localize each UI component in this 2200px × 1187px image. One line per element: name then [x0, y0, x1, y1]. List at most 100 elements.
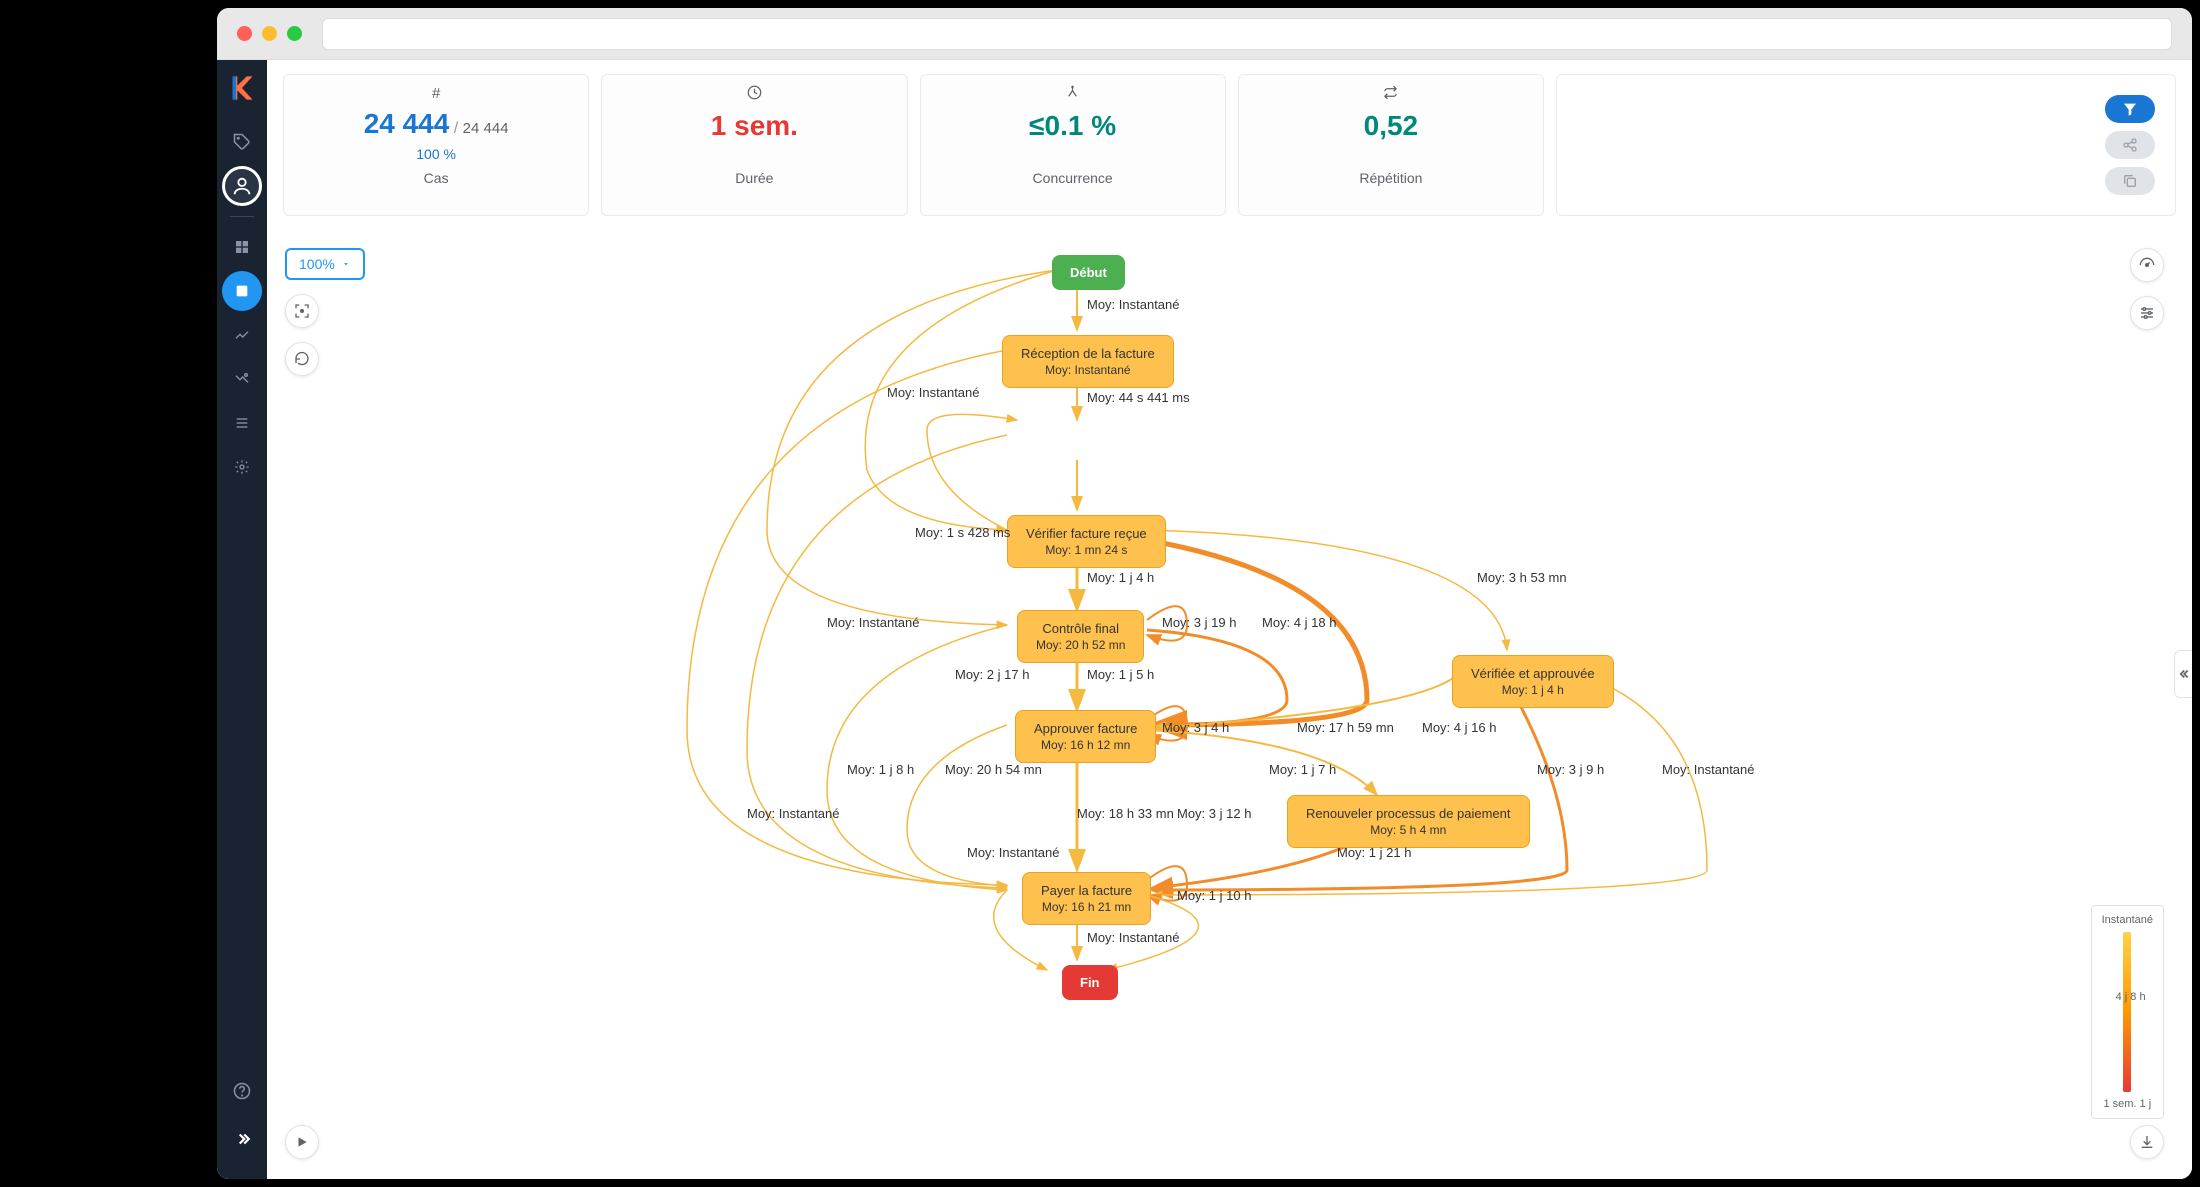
node-verifier-title: Vérifier facture reçue [1026, 526, 1147, 541]
metric-card-cas[interactable]: # 24 444 / 24 444 100 % Cas [283, 74, 589, 216]
filter-funnel-button[interactable] [2105, 95, 2155, 123]
filter-copy-button[interactable] [2105, 167, 2155, 195]
canvas-controls-right [2130, 248, 2164, 330]
edges-layer [267, 230, 2192, 1179]
clock-icon [618, 85, 890, 104]
metric-repetition-value: 0,52 [1255, 110, 1527, 142]
edge-label: Moy: Instantané [827, 615, 920, 630]
sidebar-item-tag[interactable] [222, 122, 262, 162]
node-verifier-sub: Moy: 1 mn 24 s [1026, 543, 1147, 557]
edge-label: Moy: 3 j 9 h [1537, 762, 1604, 777]
metric-card-repetition[interactable]: 0,52 Répétition [1238, 74, 1544, 216]
metric-duree-label: Durée [618, 170, 890, 186]
edge-label: Moy: 3 j 4 h [1162, 720, 1229, 735]
speed-button[interactable] [2130, 248, 2164, 282]
sidebar-item-help[interactable] [222, 1071, 262, 1111]
traffic-lights [237, 26, 302, 41]
edge-label: Moy: 1 s 428 ms [915, 525, 1010, 540]
metric-card-duree[interactable]: 1 sem. Durée [601, 74, 907, 216]
edge-label: Moy: 3 h 53 mn [1477, 570, 1567, 585]
edge-label: Moy: Instantané [1662, 762, 1755, 777]
left-black-strip [0, 0, 217, 1187]
edge-label: Moy: 3 j 12 h [1177, 806, 1251, 821]
sliders-button[interactable] [2130, 296, 2164, 330]
node-payer[interactable]: Payer la facture Moy: 16 h 21 mn [1022, 872, 1151, 925]
sidebar [217, 60, 267, 1179]
url-bar[interactable] [322, 18, 2172, 50]
sidebar-item-process[interactable] [222, 271, 262, 311]
node-payer-title: Payer la facture [1041, 883, 1132, 898]
user-avatar[interactable] [222, 166, 262, 206]
edge-label: Moy: 1 j 4 h [1087, 570, 1154, 585]
node-start[interactable]: Début [1052, 255, 1125, 290]
metric-duree-value: 1 sem. [618, 110, 890, 142]
edge-label: Moy: Instantané [1087, 930, 1180, 945]
filter-toolbar [1556, 74, 2176, 216]
metric-repetition-label: Répétition [1255, 170, 1527, 186]
sidebar-item-list[interactable] [222, 403, 262, 443]
edge-label: Moy: 1 j 8 h [847, 762, 914, 777]
refresh-button[interactable] [285, 342, 319, 376]
zoom-selector[interactable]: 100% [285, 248, 365, 280]
node-controle-title: Contrôle final [1036, 621, 1125, 636]
maximize-window-button[interactable] [287, 26, 302, 41]
sidebar-item-dashboard[interactable] [222, 227, 262, 267]
fullscreen-button[interactable] [285, 294, 319, 328]
node-reception-title: Réception de la facture [1021, 346, 1155, 361]
node-renouveler-sub: Moy: 5 h 4 mn [1306, 823, 1511, 837]
metric-divider: / [454, 120, 463, 137]
browser-window: # 24 444 / 24 444 100 % Cas 1 [217, 8, 2192, 1179]
edge-label: Moy: 1 j 21 h [1337, 845, 1411, 860]
sidebar-item-analytics[interactable] [222, 315, 262, 355]
node-reception[interactable]: Réception de la facture Moy: Instantané [1002, 335, 1174, 388]
metric-concurrence-label: Concurrence [937, 170, 1209, 186]
edge-label: Moy: 44 s 441 ms [1087, 390, 1190, 405]
metric-cas-label: Cas [300, 170, 572, 186]
hash-icon: # [300, 85, 572, 102]
metric-card-concurrence[interactable]: ≤0.1 % Concurrence [920, 74, 1226, 216]
node-controle[interactable]: Contrôle final Moy: 20 h 52 mn [1017, 610, 1144, 663]
node-payer-sub: Moy: 16 h 21 mn [1041, 900, 1132, 914]
node-controle-sub: Moy: 20 h 52 mn [1036, 638, 1125, 652]
app-container: # 24 444 / 24 444 100 % Cas 1 [217, 60, 2192, 1179]
node-renouveler-title: Renouveler processus de paiement [1306, 806, 1511, 821]
node-renouveler[interactable]: Renouveler processus de paiement Moy: 5 … [1287, 795, 1530, 848]
app-logo[interactable] [228, 74, 256, 102]
edge-label: Moy: 20 h 54 mn [945, 762, 1042, 777]
edge-label: Moy: Instantané [747, 806, 840, 821]
close-window-button[interactable] [237, 26, 252, 41]
metric-cas-percent: 100 % [300, 146, 572, 162]
sidebar-item-settings[interactable] [222, 447, 262, 487]
edge-label: Moy: 17 h 59 mn [1297, 720, 1394, 735]
node-reception-sub: Moy: Instantané [1021, 363, 1155, 377]
sidebar-item-variants[interactable] [222, 359, 262, 399]
node-verifiee[interactable]: Vérifiée et approuvée Moy: 1 j 4 h [1452, 655, 1614, 708]
node-verifier[interactable]: Vérifier facture reçue Moy: 1 mn 24 s [1007, 515, 1166, 568]
node-end[interactable]: Fin [1062, 965, 1118, 1000]
node-approuver[interactable]: Approuver facture Moy: 16 h 12 mn [1015, 710, 1156, 763]
fork-icon [937, 85, 1209, 104]
node-approuver-title: Approuver facture [1034, 721, 1137, 736]
node-verifiee-title: Vérifiée et approuvée [1471, 666, 1595, 681]
metric-concurrence-value: ≤0.1 % [937, 110, 1209, 142]
browser-chrome [217, 8, 2192, 60]
metrics-bar: # 24 444 / 24 444 100 % Cas 1 [267, 60, 2192, 230]
edge-label: Moy: Instantané [1087, 297, 1180, 312]
edge-label: Moy: 4 j 16 h [1422, 720, 1496, 735]
edge-label: Moy: 1 j 10 h [1177, 888, 1251, 903]
chevron-down-icon [341, 259, 351, 269]
filter-share-button[interactable] [2105, 131, 2155, 159]
metric-cas-total: 24 444 [463, 120, 509, 137]
process-canvas[interactable]: 100% [267, 230, 2192, 1179]
zoom-level: 100% [299, 256, 335, 272]
sidebar-item-expand[interactable] [222, 1119, 262, 1159]
canvas-controls-left: 100% [285, 248, 365, 376]
collapse-panel-button[interactable] [2174, 650, 2192, 698]
edge-label: Moy: 2 j 17 h [955, 667, 1029, 682]
sidebar-divider [230, 216, 254, 217]
minimize-window-button[interactable] [262, 26, 277, 41]
main-area: # 24 444 / 24 444 100 % Cas 1 [267, 60, 2192, 1179]
edge-label: Moy: 3 j 19 h [1162, 615, 1236, 630]
edge-label: Moy: 18 h 33 mn [1077, 806, 1174, 821]
metric-cas-value: 24 444 [364, 108, 450, 139]
